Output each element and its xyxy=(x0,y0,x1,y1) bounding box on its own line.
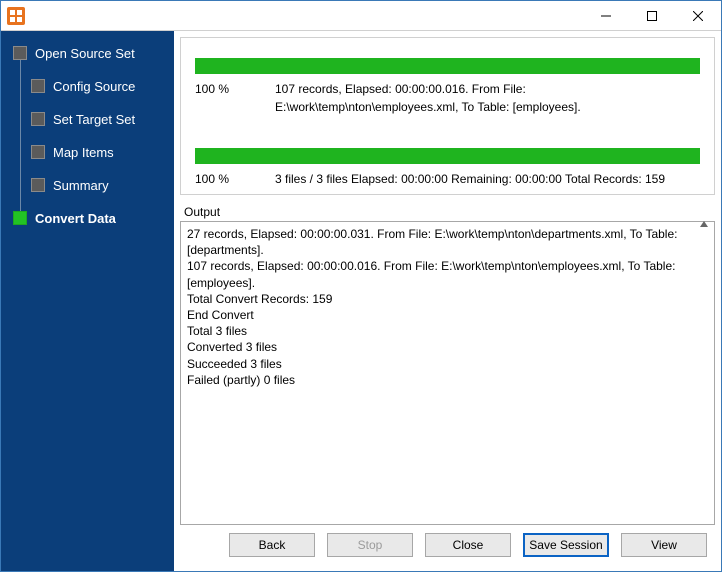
wizard-step-config-source[interactable]: Config Source xyxy=(1,72,174,100)
overall-progress-percent: 100 % xyxy=(195,170,275,188)
wizard-step-summary[interactable]: Summary xyxy=(1,171,174,199)
wizard-step-set-target-set[interactable]: Set Target Set xyxy=(1,105,174,133)
output-line: Total 3 files xyxy=(187,323,708,339)
step-marker-icon xyxy=(31,178,45,192)
step-marker-icon xyxy=(31,79,45,93)
output-line: Succeeded 3 files xyxy=(187,356,708,372)
overall-progress-bar xyxy=(195,148,700,164)
output-label: Output xyxy=(180,205,715,219)
output-line: Total Convert Records: 159 xyxy=(187,291,708,307)
close-button[interactable] xyxy=(675,1,721,31)
stop-button: Stop xyxy=(327,533,413,557)
wizard-sidebar: Open Source Set Config Source Set Target S… xyxy=(1,31,174,571)
step-label: Set Target Set xyxy=(53,112,135,127)
overall-progress-details: 3 files / 3 files Elapsed: 00:00:00 Rema… xyxy=(275,170,700,188)
step-marker-icon xyxy=(31,112,45,126)
file-progress-info: 100 % 107 records, Elapsed: 00:00:00.016… xyxy=(195,80,700,116)
wizard-step-map-items[interactable]: Map Items xyxy=(1,138,174,166)
button-row: Back Stop Close Save Session View xyxy=(180,525,715,565)
step-label: Config Source xyxy=(53,79,135,94)
titlebar xyxy=(1,1,721,31)
view-button[interactable]: View xyxy=(621,533,707,557)
overall-progress-info: 100 % 3 files / 3 files Elapsed: 00:00:0… xyxy=(195,170,700,188)
minimize-button[interactable] xyxy=(583,1,629,31)
save-session-button[interactable]: Save Session xyxy=(523,533,609,557)
step-marker-icon xyxy=(13,211,27,225)
file-progress-percent: 100 % xyxy=(195,80,275,116)
file-progress-bar xyxy=(195,58,700,74)
output-textarea[interactable]: 27 records, Elapsed: 00:00:00.031. From … xyxy=(180,221,715,525)
main-area: Open Source Set Config Source Set Target S… xyxy=(1,31,721,571)
output-line: 27 records, Elapsed: 00:00:00.031. From … xyxy=(187,226,708,258)
step-label: Convert Data xyxy=(35,211,116,226)
file-progress-details: 107 records, Elapsed: 00:00:00.016. From… xyxy=(275,80,700,116)
wizard-step-open-source-set[interactable]: Open Source Set xyxy=(1,39,174,67)
wizard-step-convert-data[interactable]: Convert Data xyxy=(1,204,174,232)
app-icon xyxy=(7,7,25,25)
step-marker-icon xyxy=(31,145,45,159)
maximize-button[interactable] xyxy=(629,1,675,31)
output-line: End Convert xyxy=(187,307,708,323)
output-line: Failed (partly) 0 files xyxy=(187,372,708,388)
step-label: Summary xyxy=(53,178,109,193)
step-label: Open Source Set xyxy=(35,46,135,61)
output-line: 107 records, Elapsed: 00:00:00.016. From… xyxy=(187,258,708,290)
step-label: Map Items xyxy=(53,145,114,160)
progress-panel: 100 % 107 records, Elapsed: 00:00:00.016… xyxy=(180,37,715,195)
scroll-up-icon[interactable] xyxy=(698,218,710,230)
close-dialog-button[interactable]: Close xyxy=(425,533,511,557)
output-line: Converted 3 files xyxy=(187,339,708,355)
step-marker-icon xyxy=(13,46,27,60)
back-button[interactable]: Back xyxy=(229,533,315,557)
content-panel: 100 % 107 records, Elapsed: 00:00:00.016… xyxy=(174,31,721,571)
